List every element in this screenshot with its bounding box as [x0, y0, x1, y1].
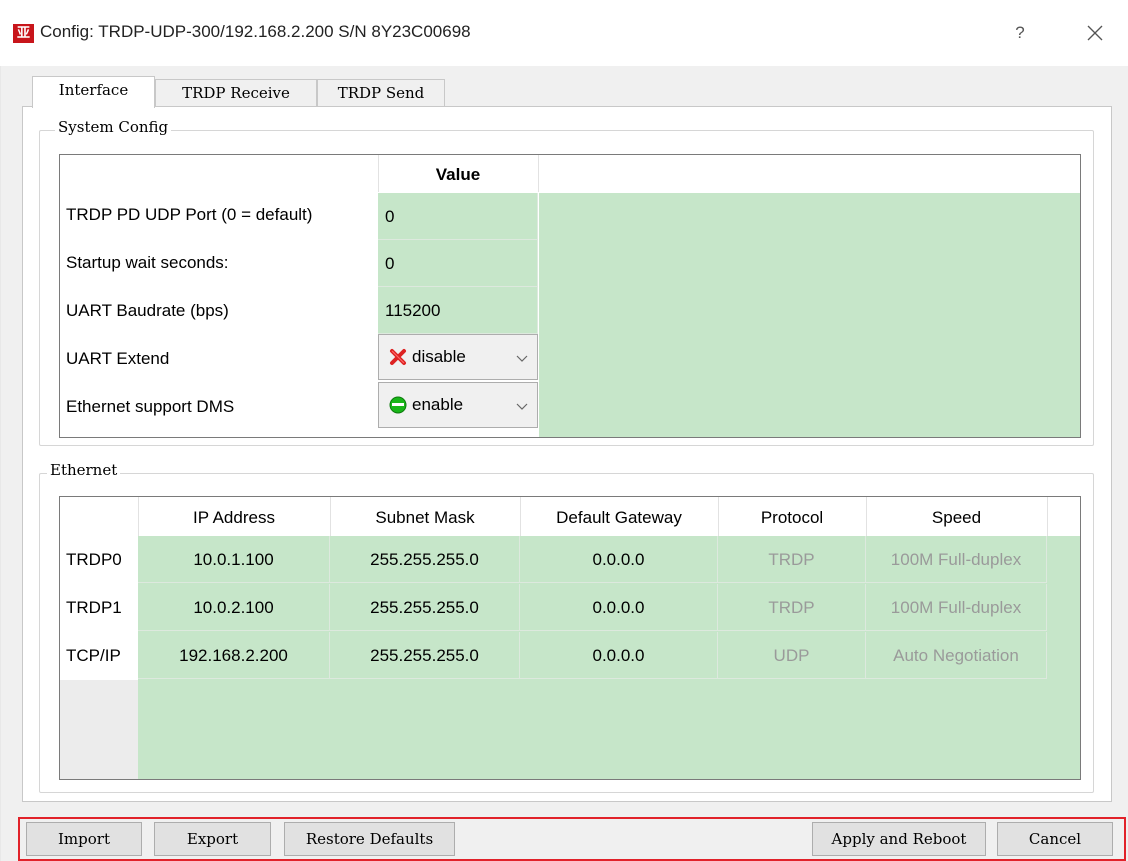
- cancel-button[interactable]: Cancel: [997, 822, 1113, 856]
- app-logo-icon: 亚: [13, 24, 34, 43]
- tcpip-protocol: UDP: [718, 632, 866, 679]
- trdp1-protocol: TRDP: [718, 584, 866, 631]
- startup-wait-value[interactable]: 0: [378, 240, 538, 287]
- help-button[interactable]: ?: [1009, 20, 1031, 46]
- pd-udp-port-value[interactable]: 0: [378, 193, 538, 240]
- trdp0-speed: 100M Full-duplex: [866, 536, 1047, 583]
- row-label-tcpip: TCP/IP: [66, 646, 121, 665]
- subnet-mask-header: Subnet Mask: [375, 508, 475, 527]
- ethernet-title: Ethernet: [47, 461, 121, 479]
- row-label-startup-wait: Startup wait seconds:: [66, 253, 229, 272]
- close-icon: [1087, 25, 1103, 41]
- import-button[interactable]: Import: [26, 822, 142, 856]
- restore-defaults-button[interactable]: Restore Defaults: [284, 822, 455, 856]
- interface-tab-panel: System Config Value TRDP PD UDP Port (0 …: [22, 106, 1112, 802]
- tcpip-speed: Auto Negotiation: [866, 632, 1047, 679]
- system-config-table: Value TRDP PD UDP Port (0 = default) 0 S…: [59, 154, 1081, 438]
- trdp0-gateway[interactable]: 0.0.0.0: [520, 536, 718, 583]
- green-circle-icon: [389, 396, 407, 414]
- value-grid-fill: [539, 193, 1080, 437]
- ethernet-dms-selected: enable: [412, 395, 464, 414]
- row-label-trdp1: TRDP1: [66, 598, 122, 617]
- ethernet-table: IP Address Subnet Mask Default Gateway P…: [59, 496, 1081, 780]
- trdp1-mask[interactable]: 255.255.255.0: [330, 584, 520, 631]
- apply-and-reboot-button[interactable]: Apply and Reboot: [812, 822, 986, 856]
- uart-extend-dropdown[interactable]: disable: [378, 334, 538, 380]
- trdp0-ip[interactable]: 10.0.1.100: [138, 536, 330, 583]
- tcpip-mask[interactable]: 255.255.255.0: [330, 632, 520, 679]
- trdp0-mask[interactable]: 255.255.255.0: [330, 536, 520, 583]
- protocol-header: Protocol: [760, 508, 824, 527]
- system-config-title: System Config: [55, 118, 172, 136]
- title-bar: 亚 Config: TRDP-UDP-300/192.168.2.200 S/N…: [0, 0, 1128, 66]
- ip-address-header: IP Address: [193, 508, 275, 527]
- tab-interface[interactable]: Interface: [32, 76, 155, 108]
- default-gateway-header: Default Gateway: [556, 508, 682, 527]
- row-label-uart-baudrate: UART Baudrate (bps): [66, 301, 229, 320]
- row-label-ethernet-dms: Ethernet support DMS: [66, 397, 235, 416]
- window-title: Config: TRDP-UDP-300/192.168.2.200 S/N 8…: [40, 22, 471, 41]
- trdp1-gateway[interactable]: 0.0.0.0: [520, 584, 718, 631]
- chevron-down-icon: [516, 355, 528, 362]
- row-label-uart-extend: UART Extend: [66, 349, 170, 368]
- trdp1-ip[interactable]: 10.0.2.100: [138, 584, 330, 631]
- value-column-header: Value: [435, 165, 481, 184]
- uart-extend-selected: disable: [412, 347, 466, 366]
- row-label-pd-udp-port: TRDP PD UDP Port (0 = default): [66, 205, 313, 224]
- ethernet-dms-dropdown[interactable]: enable: [378, 382, 538, 428]
- red-x-icon: [390, 349, 406, 365]
- close-button[interactable]: [1082, 20, 1108, 46]
- export-button[interactable]: Export: [154, 822, 271, 856]
- uart-baudrate-value[interactable]: 115200: [378, 287, 538, 334]
- speed-header: Speed: [931, 508, 982, 527]
- tcpip-ip[interactable]: 192.168.2.200: [138, 632, 330, 679]
- tab-trdp-send[interactable]: TRDP Send: [317, 79, 445, 107]
- trdp1-speed: 100M Full-duplex: [866, 584, 1047, 631]
- tab-trdp-receive[interactable]: TRDP Receive: [155, 79, 317, 107]
- trdp0-protocol: TRDP: [718, 536, 866, 583]
- tcpip-gateway[interactable]: 0.0.0.0: [520, 632, 718, 679]
- chevron-down-icon: [516, 403, 528, 410]
- row-label-trdp0: TRDP0: [66, 550, 122, 569]
